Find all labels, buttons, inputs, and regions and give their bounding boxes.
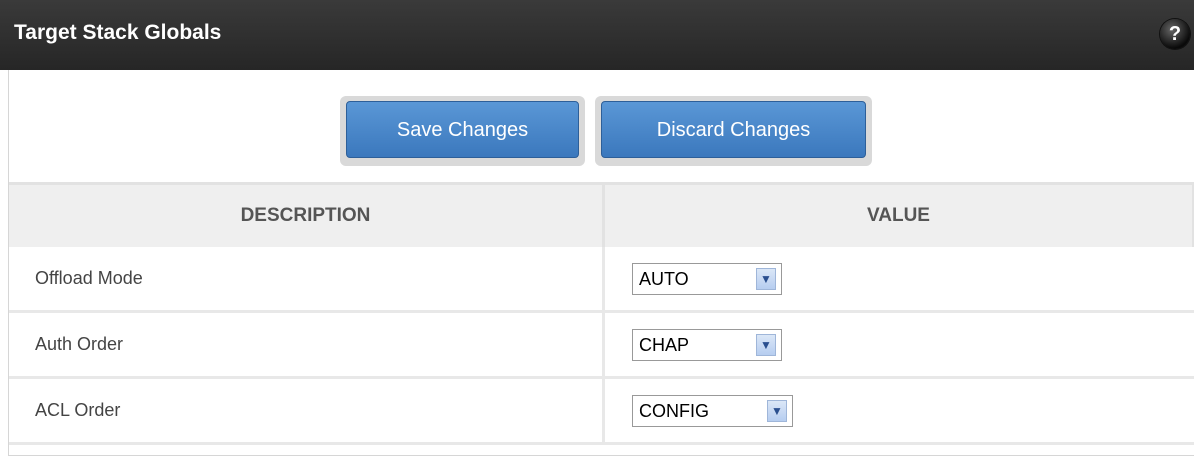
target-stack-globals-panel: Target Stack Globals ? Save Changes Disc… [0, 0, 1194, 457]
chevron-down-icon[interactable]: ▼ [756, 267, 776, 290]
save-changes-button[interactable]: Save Changes [346, 101, 579, 158]
save-button-frame: Save Changes [340, 96, 585, 166]
chevron-down-icon[interactable]: ▼ [756, 333, 776, 356]
discard-changes-button[interactable]: Discard Changes [601, 101, 866, 158]
auth-order-select[interactable]: CHAP ▼ [632, 328, 782, 361]
table-row: Auth Order CHAP ▼ [9, 311, 1194, 379]
row-description: Auth Order [9, 311, 605, 379]
panel-title: Target Stack Globals [14, 21, 222, 44]
column-header-description: DESCRIPTION [9, 182, 605, 247]
settings-table: DESCRIPTION VALUE Offload Mode AUTO ▼ Au… [9, 182, 1194, 445]
panel-header: Target Stack Globals ? [0, 0, 1194, 70]
question-mark-icon[interactable]: ? [1160, 19, 1190, 49]
table-header-row: DESCRIPTION VALUE [9, 182, 1194, 247]
panel-body: Save Changes Discard Changes DESCRIPTION… [8, 70, 1194, 456]
table-row: Offload Mode AUTO ▼ [9, 247, 1194, 313]
row-value-cell: AUTO ▼ [603, 247, 1194, 313]
acl-order-select[interactable]: CONFIG ▼ [632, 394, 793, 427]
discard-button-frame: Discard Changes [595, 96, 872, 166]
row-value-cell: CHAP ▼ [603, 311, 1194, 379]
column-header-value: VALUE [603, 182, 1194, 247]
row-description: ACL Order [9, 377, 605, 445]
row-value-cell: CONFIG ▼ [603, 377, 1194, 445]
select-value: CHAP [639, 334, 690, 355]
select-value: CONFIG [639, 400, 709, 421]
table-row: ACL Order CONFIG ▼ [9, 377, 1194, 445]
select-value: AUTO [639, 268, 689, 289]
row-description: Offload Mode [9, 247, 605, 313]
offload-mode-select[interactable]: AUTO ▼ [632, 262, 782, 295]
chevron-down-icon[interactable]: ▼ [767, 399, 787, 422]
